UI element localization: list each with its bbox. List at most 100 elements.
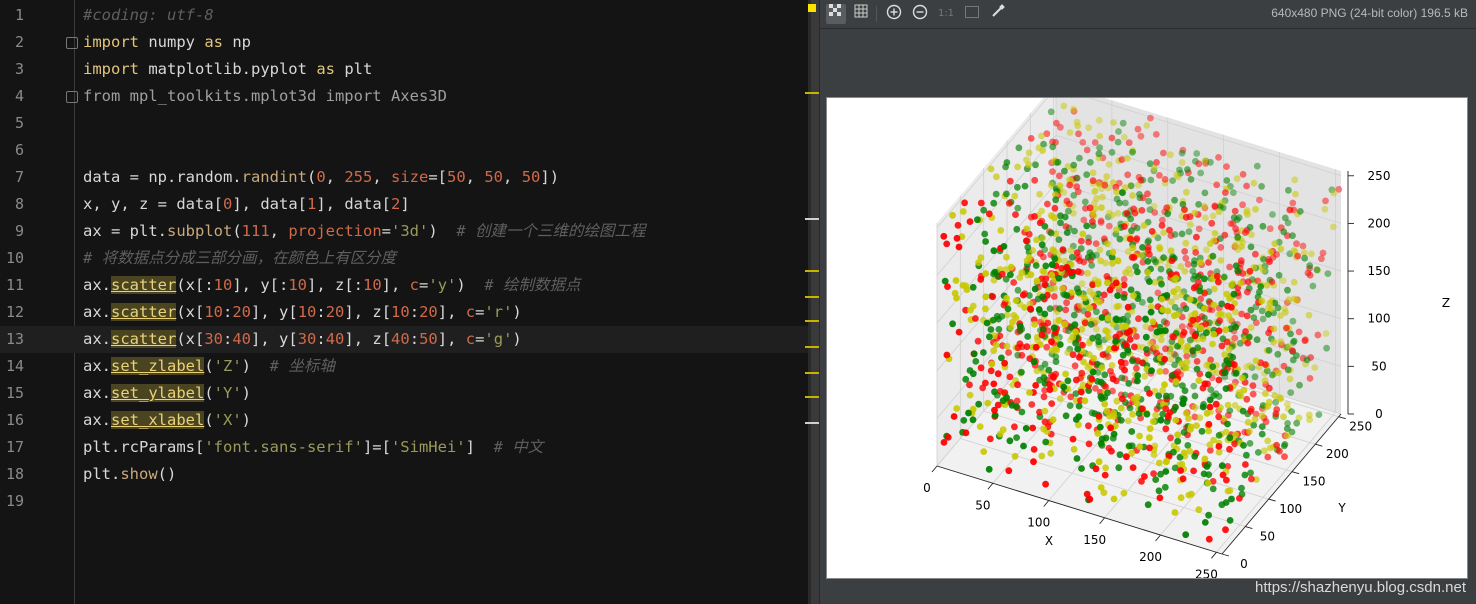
fit-window-icon[interactable] [962, 4, 982, 24]
data-point [969, 283, 977, 291]
editor-scrollbar-thumb[interactable] [811, 0, 819, 604]
checkerboard-icon[interactable] [826, 4, 846, 24]
color-picker-icon[interactable] [988, 4, 1008, 24]
code-token: , [372, 168, 391, 186]
data-point [1067, 246, 1075, 254]
data-point [1229, 353, 1237, 361]
data-point [1141, 473, 1148, 480]
data-point [1033, 277, 1041, 285]
code-token: import [83, 60, 139, 78]
code-line[interactable]: 2 import numpy as np [0, 29, 808, 56]
zoom-in-icon[interactable] [884, 4, 904, 24]
code-token: ]) [540, 168, 560, 186]
code-line[interactable]: 9 ax = plt.subplot(111, projection='3d') … [0, 218, 808, 245]
code-line[interactable]: 13 ax.scatter(x[30:40], y[30:40], z[40:50… [0, 326, 808, 353]
y-tick-label: 100 [1279, 502, 1302, 516]
data-point [1259, 315, 1267, 323]
image-viewer: 1:1 640x480 PNG (24-bit color) 196.5 kB … [820, 0, 1476, 604]
code-line[interactable]: 4 from mpl_toolkits.mplot3d import Axes3D [0, 83, 808, 110]
code-token: scatter [111, 276, 177, 294]
data-point [1157, 265, 1165, 273]
data-point [1077, 388, 1085, 396]
data-point [1056, 182, 1064, 189]
y-axis-label: Y [1337, 501, 1346, 515]
data-point [1006, 437, 1014, 445]
data-point [1049, 246, 1057, 254]
code-line[interactable]: 12 ax.scatter(x[10:20], y[10:20], z[10:20… [0, 299, 808, 326]
data-point [1163, 204, 1171, 212]
code-text: ax.scatter(x[30:40], y[30:40], z[40:50],… [83, 326, 522, 353]
z-tick-label: 200 [1368, 216, 1391, 230]
code-line[interactable]: 16 ax.set_xlabel('X') [0, 407, 808, 434]
code-token: ax. [83, 411, 111, 429]
zoom-out-icon[interactable] [910, 4, 930, 24]
data-point [1217, 244, 1225, 251]
data-point [1130, 292, 1137, 299]
data-point [1230, 290, 1238, 298]
data-point [1167, 356, 1174, 363]
data-point [1306, 375, 1314, 382]
data-point [1289, 232, 1296, 240]
code-token: ( [306, 168, 317, 186]
code-token: =[ [428, 168, 447, 186]
data-point [1117, 358, 1125, 366]
code-line[interactable]: 10 # 将数据点分成三部分画，在颜色上有区分度 [0, 245, 808, 272]
code-token: 40 [232, 330, 252, 348]
data-point [1126, 336, 1134, 343]
code-line[interactable]: 14 ax.set_zlabel('Z') # 坐标轴 [0, 353, 808, 380]
fold-marker-icon[interactable] [66, 91, 78, 103]
data-point [1201, 455, 1209, 463]
data-point [1050, 293, 1058, 300]
data-point [1105, 161, 1113, 168]
data-point [1250, 314, 1258, 321]
code-line[interactable]: 5 [0, 110, 808, 137]
code-token: scatter [111, 303, 177, 321]
data-point [1040, 268, 1048, 276]
data-point [1224, 420, 1231, 428]
data-point [1231, 207, 1239, 215]
data-point [1116, 235, 1124, 243]
data-point [1303, 356, 1311, 364]
code-line[interactable]: 18 plt.show() [0, 461, 808, 488]
data-point [1016, 322, 1024, 330]
data-point [1024, 333, 1032, 340]
data-point [1095, 116, 1103, 124]
actual-size-button[interactable]: 1:1 [936, 4, 956, 24]
grid-icon[interactable] [851, 4, 871, 24]
data-point [987, 326, 995, 333]
data-point [1251, 373, 1259, 381]
data-point [984, 399, 992, 407]
code-editor[interactable]: 1 #coding: utf-8 2 import numpy as np 3 impor… [0, 0, 808, 604]
code-token: set_xlabel [111, 411, 205, 429]
data-point [1163, 457, 1170, 465]
line-number: 17 [5, 438, 24, 456]
data-point [1088, 262, 1096, 269]
data-point [1042, 480, 1049, 488]
data-point [1013, 225, 1021, 233]
code-line[interactable]: 11 ax.scatter(x[:10], y[:10], z[:10], c='… [0, 272, 808, 299]
data-point [1107, 367, 1114, 375]
code-line[interactable]: 15 ax.set_ylabel('Y') [0, 380, 808, 407]
data-point [1280, 442, 1288, 450]
code-line[interactable]: 1 #coding: utf-8 [0, 2, 808, 29]
data-point [1187, 423, 1195, 431]
code-token: 'Z' [213, 357, 242, 375]
x-tick [1099, 517, 1105, 525]
code-line[interactable]: 7 data = np.random.randint(0, 255, size=[… [0, 164, 808, 191]
data-point [1083, 222, 1091, 230]
code-line[interactable]: 19 [0, 488, 808, 515]
code-line[interactable]: 17 plt.rcParams['font.sans-serif']=['SimH… [0, 434, 808, 461]
code-line[interactable]: 6 [0, 137, 808, 164]
code-line[interactable]: 8 x, y, z = data[0], data[1], data[2] [0, 191, 808, 218]
code-token: subplot [167, 222, 233, 240]
data-point [1097, 484, 1105, 491]
fold-marker-icon[interactable] [66, 37, 78, 49]
code-line[interactable]: 3 import matplotlib.pyplot as plt [0, 56, 808, 83]
data-point [1266, 258, 1273, 265]
data-point [1050, 373, 1057, 381]
data-point [1040, 140, 1047, 148]
data-point [1046, 305, 1054, 312]
data-point [1074, 122, 1082, 130]
data-point [1197, 169, 1205, 177]
data-point [1114, 292, 1121, 299]
